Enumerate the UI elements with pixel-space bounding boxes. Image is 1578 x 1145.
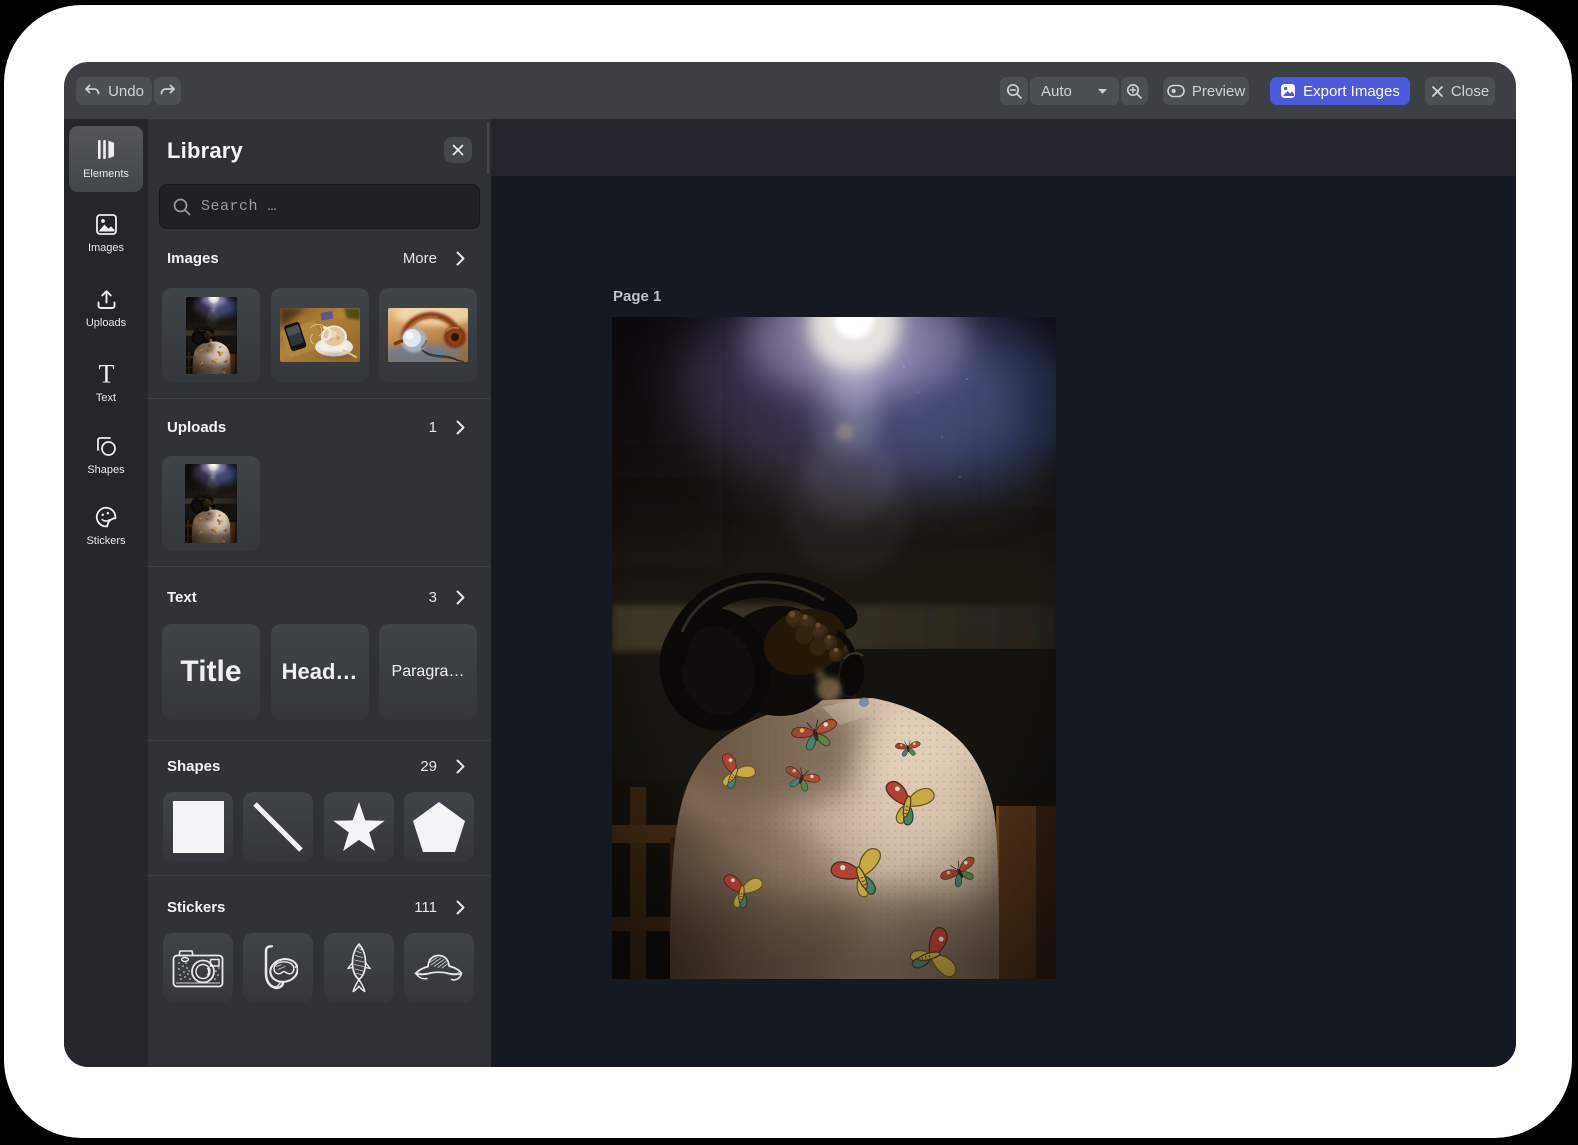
svg-text:T: T (98, 363, 114, 386)
